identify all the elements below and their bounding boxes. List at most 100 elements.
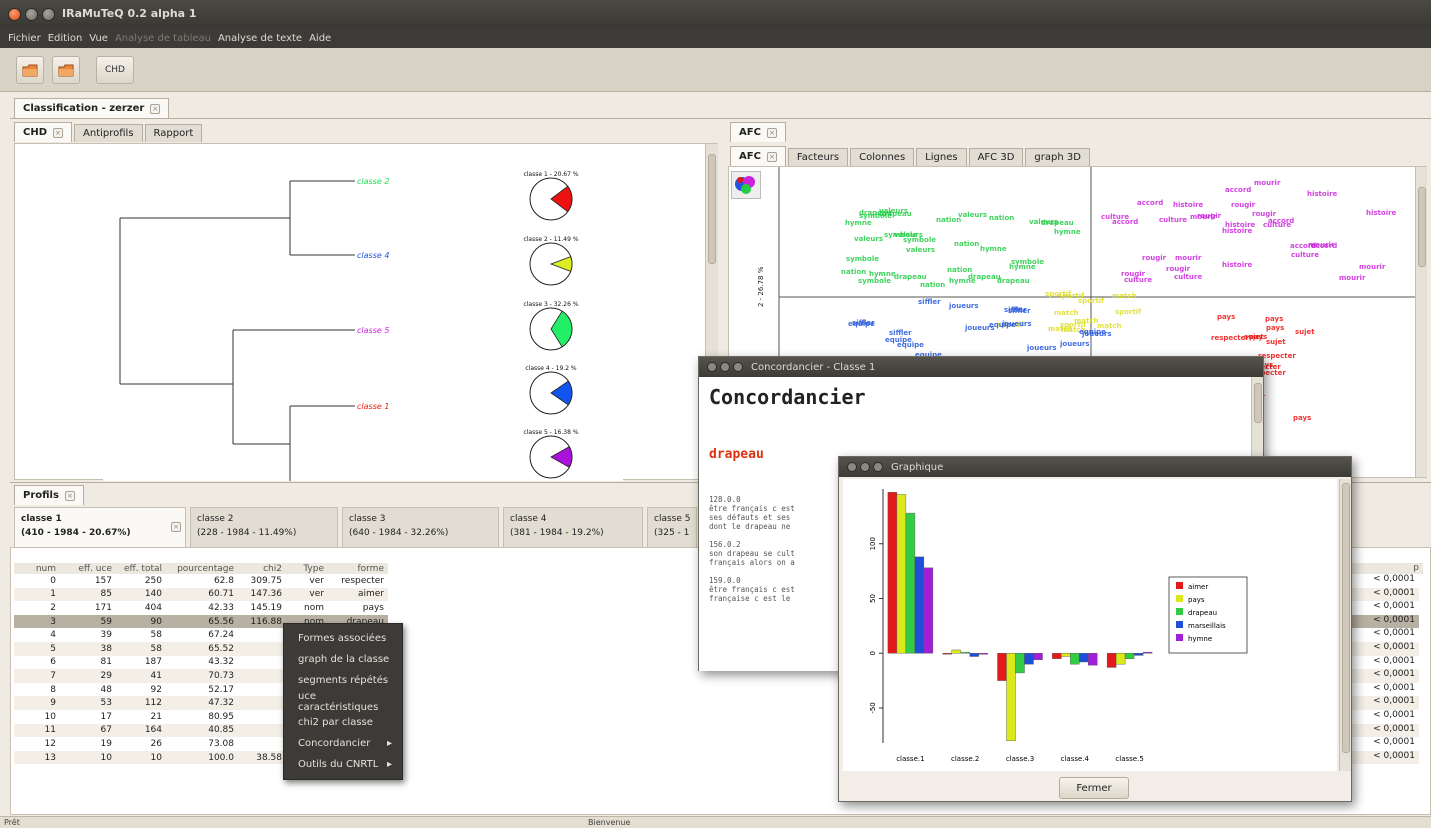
table-cell: pays: [362, 602, 384, 613]
close-window-icon[interactable]: [8, 8, 21, 21]
context-menu-item[interactable]: Concordancier ▸: [284, 733, 402, 754]
legend-swatch: [1176, 582, 1183, 589]
graphique-titlebar[interactable]: Graphique: [839, 457, 1351, 477]
bar: [1088, 653, 1098, 666]
column-header[interactable]: pourcentage: [166, 563, 238, 574]
column-header[interactable]: chi2: [238, 563, 286, 574]
context-menu-item[interactable]: Formes associées: [284, 628, 402, 649]
column-header[interactable]: eff. uce: [60, 563, 116, 574]
open-corpus-button[interactable]: [16, 56, 44, 84]
tab-rapport[interactable]: Rapport: [144, 124, 203, 142]
table-row[interactable]: 2 171 404 42.33 145.19 nom pays: [14, 601, 388, 615]
menu-fichier[interactable]: Fichier: [8, 33, 41, 44]
concordancier-scroll-thumb[interactable]: [1254, 383, 1262, 423]
maximize-window-icon[interactable]: [733, 362, 743, 372]
tab-afc[interactable]: AFC ×: [730, 146, 786, 166]
table-cell: 7: [14, 669, 60, 683]
table-cell: 58: [116, 641, 166, 656]
menu-aide[interactable]: Aide: [309, 33, 331, 44]
context-menu-item[interactable]: uce caractéristiques: [284, 691, 402, 713]
minimize-window-icon[interactable]: [720, 362, 730, 372]
close-window-icon[interactable]: [847, 462, 857, 472]
class-tab-5[interactable]: classe 5 (325 - 1: [647, 507, 697, 547]
bar: [1061, 653, 1071, 657]
graphique-scroll-thumb[interactable]: [1342, 483, 1350, 753]
context-menu-item[interactable]: graph de la classe: [284, 649, 402, 670]
table-cell: 4: [50, 630, 56, 641]
column-header[interactable]: forme: [328, 563, 388, 574]
table-row[interactable]: 1 85 140 60.71 147.36 ver aimer: [14, 587, 388, 602]
concordancier-titlebar[interactable]: Concordancier - Classe 1: [699, 357, 1263, 377]
close-window-icon[interactable]: [707, 362, 717, 372]
tab-lignes[interactable]: Lignes: [916, 148, 967, 166]
afc-word: rougir: [1231, 201, 1256, 209]
table-cell: 187: [144, 657, 162, 668]
afc-word: sujet: [1266, 338, 1286, 346]
chd-button[interactable]: CHD: [96, 56, 134, 84]
afc-word: histoire: [1173, 201, 1204, 209]
table-cell: 42.33: [208, 602, 234, 613]
close-tab-icon[interactable]: ×: [766, 151, 777, 162]
menu-vue[interactable]: Vue: [89, 33, 108, 44]
concordancier-window-title: Concordancier - Classe 1: [751, 361, 876, 373]
concordance-id: 159.0.0: [709, 576, 741, 585]
column-header[interactable]: Type: [286, 563, 328, 574]
fermer-button[interactable]: Fermer: [1059, 777, 1129, 799]
table-cell: 19: [100, 738, 112, 749]
column-header[interactable]: eff. total: [116, 563, 166, 574]
tab-profils[interactable]: Profils ×: [14, 485, 84, 505]
class-tab-2[interactable]: classe 2 (228 - 1984 - 11.49%): [190, 507, 338, 547]
bar: [1142, 651, 1153, 654]
maximize-window-icon[interactable]: [873, 462, 883, 472]
tab-facteurs[interactable]: Facteurs: [787, 148, 849, 166]
afc-word: sujet: [1295, 328, 1315, 336]
legend-swatch: [1176, 595, 1183, 602]
menu-edition[interactable]: Edition: [48, 33, 83, 44]
afc-word: culture: [1291, 251, 1320, 259]
column-header[interactable]: num: [14, 563, 60, 574]
tab-graph-3d[interactable]: graph 3D: [1025, 148, 1090, 166]
tab-classification[interactable]: Classification - zerzer ×: [14, 98, 170, 118]
class-tab-3[interactable]: classe 3 (640 - 1984 - 32.26%): [342, 507, 499, 547]
table-cell: 2: [50, 602, 56, 613]
maximize-window-icon[interactable]: [42, 8, 55, 21]
class-tab-4[interactable]: classe 4 (381 - 1984 - 19.2%): [503, 507, 643, 547]
table-row[interactable]: 0 157 250 62.8 309.75 ver respecter: [14, 574, 388, 588]
legend-swatch: [1176, 621, 1183, 628]
close-tab-icon[interactable]: ×: [53, 127, 64, 138]
minimize-window-icon[interactable]: [860, 462, 870, 472]
table-cell: [238, 628, 286, 642]
tab-afc-3d[interactable]: AFC 3D: [968, 148, 1024, 166]
table-cell: 65.56: [166, 614, 238, 629]
context-menu-item[interactable]: chi2 par classe: [284, 712, 402, 733]
toolbar: CHD: [0, 48, 1431, 92]
afc-scroll-thumb[interactable]: [1418, 187, 1426, 267]
close-tab-icon[interactable]: ×: [150, 103, 161, 114]
minimize-window-icon[interactable]: [25, 8, 38, 21]
tab-antiprofils-label: Antiprofils: [83, 128, 134, 139]
afc-word: mourir: [1308, 241, 1335, 249]
tab-afc-outer[interactable]: AFC ×: [730, 122, 786, 142]
afc-word: siffler: [918, 298, 941, 306]
afc-scrollbar[interactable]: [1415, 167, 1427, 477]
menu-bar: Fichier Edition Vue Analyse de tableau Analy…: [0, 28, 1431, 48]
chd-scroll-thumb[interactable]: [708, 154, 716, 264]
tab-colonnes[interactable]: Colonnes: [850, 148, 915, 166]
class-tab-1[interactable]: classe 1 (410 - 1984 - 20.67%) ×: [14, 507, 186, 547]
menu-analyse-de-texte[interactable]: Analyse de texte: [218, 33, 302, 44]
table-cell: 52.17: [208, 684, 234, 695]
table-cell: 40.85: [166, 723, 238, 738]
graphique-scrollbar[interactable]: [1339, 479, 1351, 771]
submenu-arrow-icon: ▸: [386, 759, 392, 770]
close-tab-icon[interactable]: ×: [64, 490, 75, 501]
open-text-button[interactable]: [52, 56, 80, 84]
table-cell: 164: [116, 723, 166, 738]
context-menu-item[interactable]: Outils du CNRTL ▸: [284, 754, 402, 775]
tab-antiprofils[interactable]: Antiprofils: [74, 124, 143, 142]
graphique-canvas: 100 50 0 -50 classe.1 classe.2 classe.3 classe.…: [843, 479, 1337, 771]
close-tab-icon[interactable]: ×: [171, 522, 181, 532]
tab-chd[interactable]: CHD ×: [14, 122, 73, 142]
table-cell: 100.0: [166, 750, 238, 765]
close-tab-icon[interactable]: ×: [766, 127, 777, 138]
context-menu-item[interactable]: segments répétés: [284, 670, 402, 691]
